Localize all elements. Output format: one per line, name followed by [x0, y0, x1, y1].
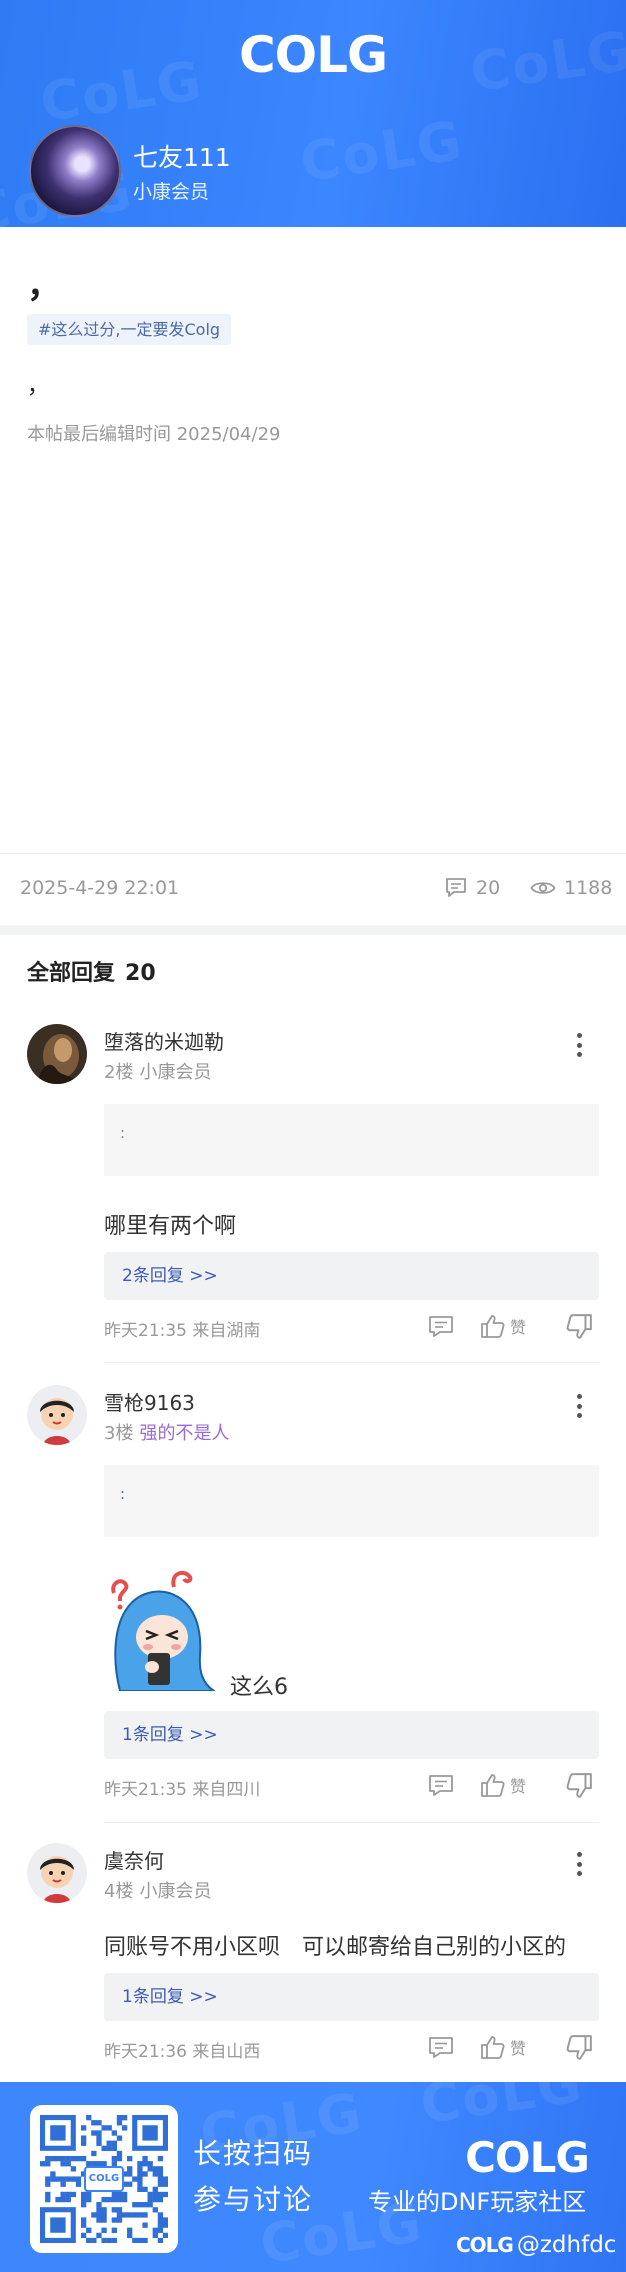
reply-icon[interactable] — [428, 2036, 454, 2060]
thumbs-up-icon — [481, 1774, 505, 1797]
qr-code[interactable]: COLG — [30, 2105, 178, 2253]
reply-quote: : — [104, 1465, 599, 1537]
more-icon[interactable] — [570, 1391, 588, 1421]
more-icon[interactable] — [570, 1030, 588, 1060]
post-content-line: ， — [27, 266, 61, 306]
post-header: CoLG CoLG CoLG CoLG COLG 七友111 小康会员 — [0, 0, 626, 227]
reply-avatar[interactable] — [27, 1024, 87, 1084]
like-button[interactable]: 赞 — [480, 2034, 526, 2060]
reply-author[interactable]: 虞奈何 — [104, 1845, 164, 1874]
reply-quote: : — [104, 1104, 599, 1176]
scan-text-line2: 参与讨论 — [193, 2183, 314, 2216]
sticker-image — [111, 1570, 216, 1691]
reply-footer: 昨天21:36 来自山西 — [104, 2042, 261, 2062]
reply-actions: 赞 — [428, 1313, 598, 1341]
edit-time: 本帖最后编辑时间 2025/04/29 — [27, 424, 281, 445]
share-footer: CoLG CoLG CoLG COLG 长按扫码 参与讨论 COLG 专业的DN… — [0, 2082, 626, 2272]
svg-text:COLG: COLG — [239, 26, 387, 82]
thumbs-down-icon[interactable] — [565, 1772, 593, 1800]
colg-logo: COLG — [0, 26, 626, 86]
like-button[interactable]: 赞 — [480, 1772, 526, 1798]
reply-separator — [104, 1822, 599, 1823]
quote-text: : — [120, 1124, 126, 1142]
divider — [0, 853, 626, 854]
reply-text: 同账号不用小区呗 可以邮寄给自己别的小区的 — [104, 1935, 567, 1960]
post-content-line: ， — [27, 374, 50, 399]
reply-meta: 2楼 小康会员 — [104, 1058, 211, 1084]
sub-replies-link[interactable]: 1条回复 >> — [104, 1973, 599, 2021]
reply-floor: 3楼 — [104, 1423, 134, 1444]
view-count: 1188 — [530, 877, 612, 899]
reply-text: 哪里有两个啊 — [104, 1214, 237, 1239]
reply-floor: 4楼 — [104, 1881, 134, 1902]
like-button[interactable]: 赞 — [480, 1313, 526, 1339]
replies-title-label: 全部回复 — [27, 961, 116, 986]
reply-meta: 3楼 强的不是人 — [104, 1419, 229, 1445]
like-label: 赞 — [510, 1318, 527, 1337]
comment-count-value: 20 — [476, 877, 501, 899]
replies-count: 20 — [125, 961, 156, 986]
reply-meta: 4楼 小康会员 — [104, 1877, 211, 1903]
sub-replies-link[interactable]: 2条回复 >> — [104, 1252, 599, 1300]
reply-level: 强的不是人 — [139, 1423, 230, 1444]
reply-level: 小康会员 — [139, 1062, 212, 1083]
reply-avatar[interactable] — [27, 1843, 87, 1903]
thumbs-up-icon — [481, 1315, 505, 1338]
footer-handle: COLG @zdhfdc — [456, 2232, 616, 2258]
svg-text:COLG: COLG — [465, 2134, 589, 2180]
like-label: 赞 — [510, 1777, 527, 1796]
eye-icon — [530, 882, 556, 894]
thumbs-up-icon — [481, 2036, 505, 2059]
reply-author[interactable]: 雪枪9163 — [104, 1387, 195, 1416]
handle-text: @zdhfdc — [516, 2232, 617, 2258]
reply-text: 这么6 — [230, 1675, 288, 1700]
reply-icon[interactable] — [428, 1774, 454, 1798]
sub-replies-link[interactable]: 1条回复 >> — [104, 1711, 599, 1759]
quote-text: : — [120, 1485, 126, 1503]
reply-footer: 昨天21:35 来自四川 — [104, 1780, 261, 1800]
post-date: 2025-4-29 22:01 — [20, 877, 180, 899]
topic-tag[interactable]: #这么过分,一定要发Colg — [27, 314, 232, 345]
like-label: 赞 — [510, 2039, 527, 2058]
author-avatar[interactable] — [29, 125, 121, 217]
reply-icon[interactable] — [428, 1315, 454, 1339]
qr-badge: COLG — [84, 2166, 124, 2192]
comment-icon — [446, 878, 466, 897]
reply-separator — [104, 1362, 599, 1363]
reply-level: 小康会员 — [139, 1881, 212, 1902]
reply-footer: 昨天21:35 来自湖南 — [104, 1321, 261, 1341]
reply-author[interactable]: 堕落的米迦勒 — [104, 1026, 224, 1055]
handle-logo: COLG — [456, 2233, 514, 2257]
thumbs-down-icon[interactable] — [565, 2034, 593, 2062]
author-name[interactable]: 七友111 — [133, 138, 231, 174]
reply-actions: 赞 — [428, 1772, 598, 1800]
reply-actions: 赞 — [428, 2034, 598, 2062]
author-role: 小康会员 — [133, 181, 210, 203]
replies-title: 全部回复 20 — [27, 955, 156, 987]
more-icon[interactable] — [570, 1849, 588, 1879]
comment-count[interactable]: 20 — [444, 877, 500, 899]
section-gap — [0, 925, 626, 935]
reply-avatar[interactable] — [27, 1385, 87, 1445]
colg-logo: COLG — [458, 2133, 596, 2184]
reply-floor: 2楼 — [104, 1062, 134, 1083]
footer-slogan: 专业的DNF玩家社区 — [368, 2188, 587, 2216]
thumbs-down-icon[interactable] — [565, 1313, 593, 1341]
scan-text-line1: 长按扫码 — [193, 2137, 314, 2170]
view-count-value: 1188 — [564, 877, 613, 899]
